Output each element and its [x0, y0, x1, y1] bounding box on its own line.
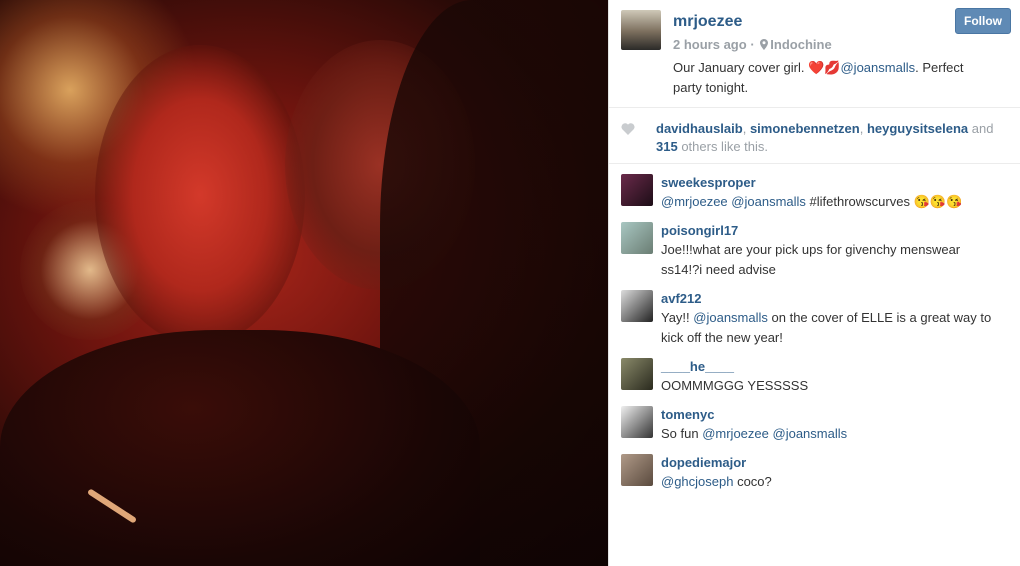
- post-caption: Our January cover girl. ❤️💋@joansmalls. …: [673, 58, 973, 98]
- commenter-avatar[interactable]: [621, 222, 653, 254]
- post-sidebar: mrjoezee 2 hours ago · Indochine Our Jan…: [608, 0, 1020, 566]
- comment: tomenyc So fun @mrjoezee @joansmalls: [621, 406, 1008, 444]
- location-pin-icon: [760, 39, 769, 50]
- comment-text-part: coco?: [733, 474, 772, 489]
- like-heart-icon[interactable]: [621, 122, 635, 136]
- commenter-username[interactable]: avf212: [661, 290, 1006, 308]
- meta-separator: ·: [750, 37, 755, 52]
- commenter-avatar[interactable]: [621, 290, 653, 322]
- heart-emoji-icon: ❤️: [808, 60, 825, 75]
- comment-text-part: Yay!!: [661, 310, 694, 325]
- liker-1[interactable]: davidhauslaib: [656, 121, 743, 136]
- post-header: mrjoezee 2 hours ago · Indochine Our Jan…: [609, 0, 1020, 108]
- author-avatar[interactable]: [621, 10, 661, 50]
- post-photo[interactable]: [0, 0, 608, 566]
- comment-text-part: OOMMMGGG YESSSSS: [661, 378, 809, 393]
- caption-text: Our January cover girl.: [673, 60, 809, 75]
- commenter-avatar[interactable]: [621, 174, 653, 206]
- comment: dopediemajor @ghcjoseph coco?: [621, 454, 1008, 492]
- comment-text-part: Joe!!!what are your pick ups for givench…: [661, 242, 961, 277]
- likes-count[interactable]: 315: [656, 139, 678, 154]
- comment-mention[interactable]: @ghcjoseph: [661, 474, 733, 489]
- comment-text-part: #lifethrowscurves 😘😘😘: [805, 194, 963, 209]
- liker-2[interactable]: simonebennetzen: [750, 121, 860, 136]
- commenter-username[interactable]: poisongirl17: [661, 222, 981, 240]
- comment-mention[interactable]: @mrjoezee: [702, 426, 769, 441]
- commenter-avatar[interactable]: [621, 358, 653, 390]
- likes-text: davidhauslaib, simonebennetzen, heyguysi…: [656, 120, 993, 163]
- likes-sep-2: ,: [859, 121, 867, 136]
- comment-text: @mrjoezee @joansmalls #lifethrowscurves …: [661, 192, 962, 212]
- kiss-lips-emoji-icon: 💋: [824, 60, 841, 75]
- comment-mention[interactable]: @joansmalls: [773, 426, 848, 441]
- liker-3[interactable]: heyguysitselena: [867, 121, 968, 136]
- caption-mention[interactable]: @joansmalls: [840, 60, 915, 75]
- commenter-avatar[interactable]: [621, 454, 653, 486]
- likes-section: davidhauslaib, simonebennetzen, heyguysi…: [609, 108, 1020, 164]
- post-meta: 2 hours ago · Indochine: [673, 37, 1008, 52]
- comment-mention[interactable]: @mrjoezee: [661, 194, 728, 209]
- post-time[interactable]: 2 hours ago: [673, 37, 747, 52]
- follow-button[interactable]: Follow: [955, 8, 1011, 34]
- commenter-username[interactable]: tomenyc: [661, 406, 847, 424]
- comment-text: So fun @mrjoezee @joansmalls: [661, 424, 847, 444]
- comment-text: Joe!!!what are your pick ups for givench…: [661, 240, 981, 280]
- commenter-avatar[interactable]: [621, 406, 653, 438]
- comment: sweekesproper @mrjoezee @joansmalls #life…: [621, 174, 1008, 212]
- likes-sep-1: ,: [742, 121, 750, 136]
- comment: avf212 Yay!! @joansmalls on the cover of …: [621, 290, 1008, 348]
- comment-text: @ghcjoseph coco?: [661, 472, 772, 492]
- post-location[interactable]: Indochine: [770, 37, 831, 52]
- comment-text: Yay!! @joansmalls on the cover of ELLE i…: [661, 308, 1006, 348]
- likes-and: and: [968, 121, 994, 136]
- comment-text: OOMMMGGG YESSSSS: [661, 376, 808, 396]
- commenter-username[interactable]: ____he____: [661, 358, 808, 376]
- comment: poisongirl17 Joe!!!what are your pick ups…: [621, 222, 1008, 280]
- comments-list: sweekesproper @mrjoezee @joansmalls #life…: [609, 164, 1020, 492]
- commenter-username[interactable]: sweekesproper: [661, 174, 962, 192]
- commenter-username[interactable]: dopediemajor: [661, 454, 772, 472]
- comment: ____he____ OOMMMGGG YESSSSS: [621, 358, 1008, 396]
- comment-text-part: So fun: [661, 426, 703, 441]
- comment-mention[interactable]: @joansmalls: [731, 194, 806, 209]
- author-username[interactable]: mrjoezee: [673, 13, 742, 31]
- likes-others: others like this.: [677, 139, 769, 154]
- comment-mention[interactable]: @joansmalls: [693, 310, 768, 325]
